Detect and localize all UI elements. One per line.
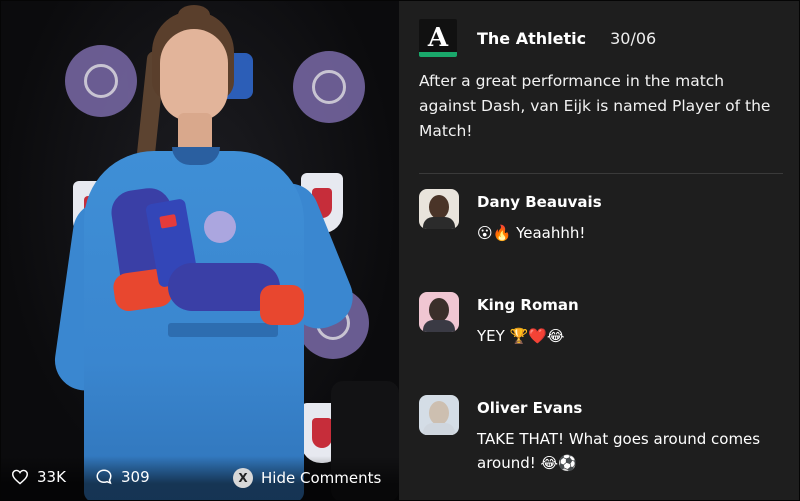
player-figure: [51, 1, 362, 500]
comment-item: Dany Beauvais 😮🔥 Yeaahhh!: [419, 189, 777, 245]
likes-stat[interactable]: 33K: [11, 468, 66, 486]
comment-author: King Roman: [477, 296, 579, 314]
x-button-icon: X: [233, 468, 253, 488]
comment-author: Oliver Evans: [477, 399, 583, 417]
comment-item: Oliver Evans TAKE THAT! What goes around…: [419, 395, 777, 475]
comments-count: 309: [121, 468, 150, 486]
post-source[interactable]: The Athletic: [477, 29, 586, 48]
post-header: A The Athletic 30/06: [419, 19, 656, 57]
heart-icon: [11, 469, 29, 485]
the-athletic-logo: A: [419, 19, 457, 57]
app-frame: 33K 309 X Hide Comments A The Athletic 3…: [0, 0, 800, 501]
comment-author: Dany Beauvais: [477, 193, 602, 211]
comments-panel: A The Athletic 30/06 After a great perfo…: [399, 1, 799, 500]
post-text: After a great performance in the match a…: [419, 72, 771, 140]
likes-count: 33K: [37, 468, 66, 486]
post-stats-bar: 33K 309 X Hide Comments: [1, 456, 399, 500]
speech-bubble-icon: [95, 468, 113, 486]
avatar: [419, 189, 459, 229]
divider: [419, 173, 783, 174]
comment-message: 😮🔥 Yeaahhh!: [477, 224, 586, 242]
post-date: 30/06: [610, 28, 657, 48]
hide-comments-label: Hide Comments: [261, 469, 382, 487]
avatar: [419, 292, 459, 332]
post-media-image: 33K 309 X Hide Comments: [1, 1, 399, 500]
comment-item: King Roman YEY 🏆❤️😂: [419, 292, 777, 348]
hide-comments-button[interactable]: X Hide Comments: [233, 468, 381, 488]
avatar: [419, 395, 459, 435]
athletic-logo-letter: A: [427, 23, 449, 53]
comment-message: TAKE THAT! What goes around comes around…: [477, 430, 761, 472]
comments-stat[interactable]: 309: [95, 468, 150, 486]
comment-message: YEY 🏆❤️😂: [477, 327, 565, 345]
